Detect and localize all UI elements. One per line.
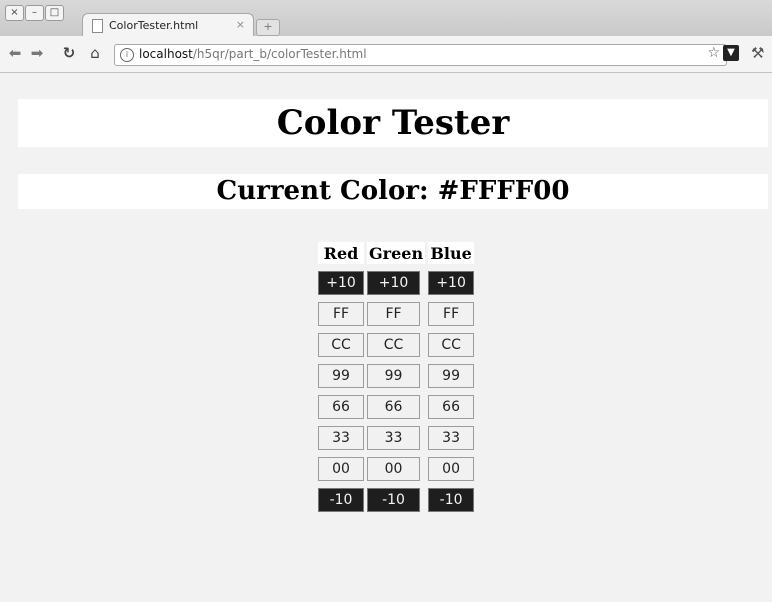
button-cell: 00: [428, 457, 475, 481]
button-cell: 99: [318, 364, 364, 388]
button-cell: 00: [318, 457, 364, 481]
url-path: /h5qr/part_b/colorTester.html: [192, 47, 367, 61]
button-cell: -10: [428, 488, 475, 512]
button-cell: 33: [367, 426, 425, 450]
button-cell: 33: [428, 426, 475, 450]
blue-button-00[interactable]: 00: [428, 457, 475, 481]
tab-title: ColorTester.html: [109, 19, 199, 32]
green-button-99[interactable]: 99: [367, 364, 420, 388]
blue-button-99[interactable]: 99: [428, 364, 475, 388]
red-button-ff[interactable]: FF: [318, 302, 364, 326]
button-row: +10 +10 +10: [318, 271, 475, 295]
button-cell: 99: [428, 364, 475, 388]
column-header-green: Green: [367, 242, 426, 264]
red-button-minus10[interactable]: -10: [318, 488, 364, 512]
window-minimize-button[interactable]: –: [25, 5, 44, 21]
button-cell: +10: [428, 271, 475, 295]
button-row: FF FF FF: [318, 302, 475, 326]
column-header-red: Red: [318, 242, 364, 264]
url-text[interactable]: localhost/h5qr/part_b/colorTester.html: [139, 47, 367, 61]
toolbar: ⬅ ➡ ↻ ⌂ i localhost/h5qr/part_b/colorTes…: [0, 36, 772, 73]
blue-button-cc[interactable]: CC: [428, 333, 475, 357]
page-title: Color Tester: [18, 99, 768, 147]
page-content: Color Tester Current Color: #FFFF00 Red …: [0, 73, 772, 602]
red-button-plus10[interactable]: +10: [318, 271, 364, 295]
browser-window: × – □ ColorTester.html × + ⬅ ➡ ↻ ⌂ i loc…: [0, 0, 772, 602]
button-row: 00 00 00: [318, 457, 475, 481]
page-icon: [92, 19, 103, 33]
tab-colortester[interactable]: ColorTester.html ×: [82, 13, 254, 37]
red-button-cc[interactable]: CC: [318, 333, 364, 357]
red-button-66[interactable]: 66: [318, 395, 364, 419]
red-button-33[interactable]: 33: [318, 426, 364, 450]
green-button-cc[interactable]: CC: [367, 333, 420, 357]
column-header-blue: Blue: [428, 242, 475, 264]
green-button-66[interactable]: 66: [367, 395, 420, 419]
button-cell: CC: [318, 333, 364, 357]
reload-icon[interactable]: ↻: [60, 44, 78, 62]
button-cell: CC: [367, 333, 425, 357]
new-tab-button[interactable]: +: [256, 19, 280, 36]
button-cell: FF: [428, 302, 475, 326]
green-button-plus10[interactable]: +10: [367, 271, 420, 295]
button-cell: +10: [318, 271, 364, 295]
button-row: CC CC CC: [318, 333, 475, 357]
window-maximize-button[interactable]: □: [45, 5, 64, 21]
button-cell: CC: [428, 333, 475, 357]
wrench-icon[interactable]: ⚒: [751, 44, 764, 62]
button-row: 33 33 33: [318, 426, 475, 450]
blue-button-plus10[interactable]: +10: [428, 271, 475, 295]
button-row: 66 66 66: [318, 395, 475, 419]
star-icon[interactable]: ☆: [707, 45, 720, 61]
button-cell: -10: [367, 488, 425, 512]
button-cell: FF: [367, 302, 425, 326]
button-cell: 00: [367, 457, 425, 481]
red-button-00[interactable]: 00: [318, 457, 364, 481]
window-close-button[interactable]: ×: [5, 5, 24, 21]
blue-button-33[interactable]: 33: [428, 426, 475, 450]
button-cell: +10: [367, 271, 425, 295]
tab-close-icon[interactable]: ×: [236, 18, 245, 31]
color-button-grid: Red Green Blue +10 +10 +10 FF FF FF CC CC CC 99 99…: [315, 235, 477, 519]
button-cell: 33: [318, 426, 364, 450]
address-bar[interactable]: i localhost/h5qr/part_b/colorTester.html…: [114, 44, 727, 66]
current-color-heading: Current Color: #FFFF00: [18, 174, 768, 209]
blue-button-minus10[interactable]: -10: [428, 488, 475, 512]
green-button-ff[interactable]: FF: [367, 302, 420, 326]
green-button-00[interactable]: 00: [367, 457, 420, 481]
tab-strip: × – □ ColorTester.html × +: [0, 0, 772, 37]
button-cell: -10: [318, 488, 364, 512]
button-cell: 66: [318, 395, 364, 419]
blue-button-66[interactable]: 66: [428, 395, 475, 419]
back-arrow-icon[interactable]: ⬅: [6, 44, 24, 62]
home-icon[interactable]: ⌂: [86, 44, 104, 62]
button-cell: 66: [367, 395, 425, 419]
button-cell: 66: [428, 395, 475, 419]
red-button-99[interactable]: 99: [318, 364, 364, 388]
green-button-minus10[interactable]: -10: [367, 488, 420, 512]
extension-icon[interactable]: ▼: [723, 45, 739, 61]
button-cell: FF: [318, 302, 364, 326]
url-host: localhost: [139, 47, 193, 61]
button-row: -10 -10 -10: [318, 488, 475, 512]
blue-button-ff[interactable]: FF: [428, 302, 475, 326]
site-info-icon[interactable]: i: [120, 48, 134, 62]
button-row: 99 99 99: [318, 364, 475, 388]
green-button-33[interactable]: 33: [367, 426, 420, 450]
button-cell: 99: [367, 364, 425, 388]
forward-arrow-icon[interactable]: ➡: [28, 44, 46, 62]
